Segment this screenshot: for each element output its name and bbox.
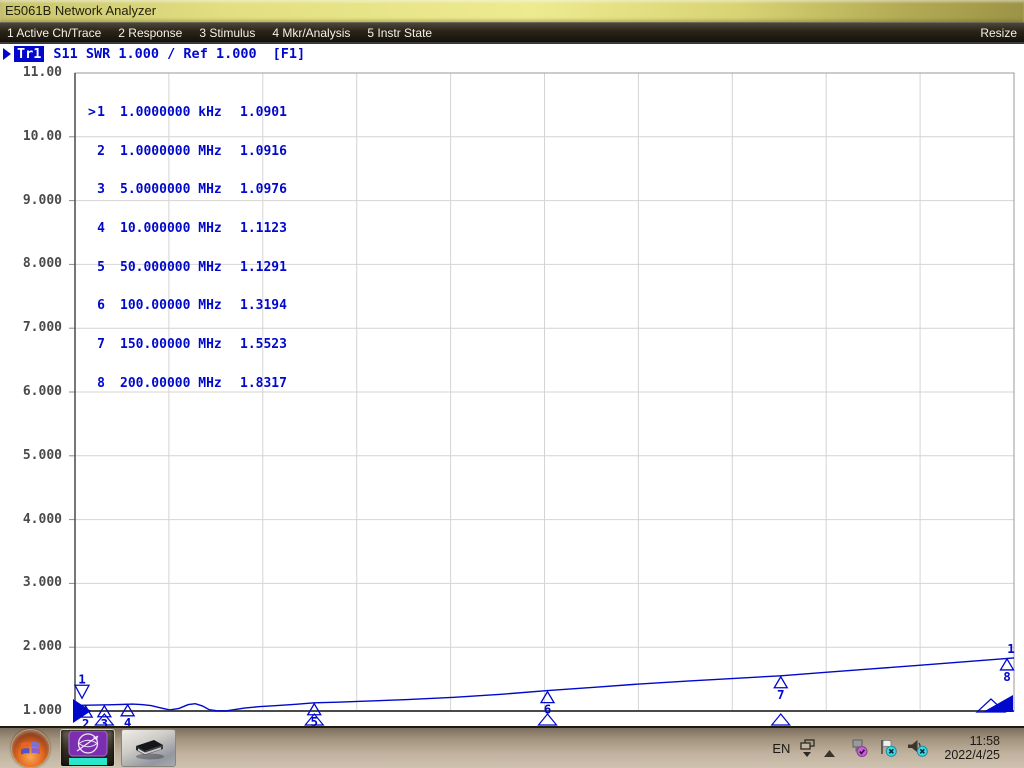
menu-response[interactable]: 2 Response — [118, 26, 182, 40]
marker-row: 7150.00000 MHz1.5523 — [88, 339, 287, 352]
y-axis-tick-label: 8.000 — [0, 256, 62, 272]
trace-badge[interactable]: Tr1 — [14, 46, 44, 62]
action-center-icon[interactable] — [878, 739, 897, 757]
y-axis-tick-label: 6.000 — [0, 384, 62, 400]
taskbar-app-device[interactable] — [121, 729, 176, 767]
chevron-down-icon — [803, 752, 811, 757]
menu-resize[interactable]: Resize — [980, 26, 1017, 40]
marker-row: >11.0000000 kHz1.0901 — [88, 107, 287, 120]
hard-drive-icon — [130, 735, 168, 761]
marker-row: 550.000000 MHz1.1291 — [88, 262, 287, 275]
taskbar-app-network-analyzer[interactable] — [60, 729, 115, 767]
active-trace-arrow-icon — [3, 48, 11, 60]
tray-clock[interactable]: 11:58 2022/4/25 — [944, 734, 1000, 762]
window-titlebar[interactable]: E5061B Network Analyzer — [0, 0, 1024, 22]
marker-row: 8200.00000 MHz1.8317 — [88, 378, 287, 391]
language-bar-button[interactable] — [799, 739, 815, 757]
y-axis-tick-label: 1.000 — [0, 703, 62, 719]
y-axis-tick-label: 2.000 — [0, 639, 62, 655]
windows-logo-icon — [20, 739, 41, 758]
system-tray: EN — [772, 734, 1024, 762]
menu-active-ch-trace[interactable]: 1 Active Ch/Trace — [7, 26, 101, 40]
y-axis-tick-label: 9.000 — [0, 193, 62, 209]
menu-instr-state[interactable]: 5 Instr State — [367, 26, 432, 40]
window-title: E5061B Network Analyzer — [5, 3, 156, 18]
y-axis-tick-label: 4.000 — [0, 512, 62, 528]
marker-readout-table: >11.0000000 kHz1.0901 21.0000000 MHz1.09… — [88, 81, 287, 404]
start-button[interactable] — [11, 729, 50, 768]
y-axis-tick-label: 3.000 — [0, 575, 62, 591]
safely-remove-hardware-icon[interactable] — [849, 739, 868, 757]
show-hidden-icons-button[interactable] — [824, 750, 835, 757]
y-axis-tick-label: 5.000 — [0, 448, 62, 464]
y-axis-tick-label: 10.00 — [0, 129, 62, 145]
taskbar: EN — [0, 726, 1024, 768]
menu-stimulus[interactable]: 3 Stimulus — [199, 26, 255, 40]
marker-row: 6100.00000 MHz1.3194 — [88, 300, 287, 313]
tray-time: 11:58 — [944, 734, 1000, 748]
marker-row: 21.0000000 MHz1.0916 — [88, 146, 287, 159]
trace-status-bar: Tr1 S11 SWR 1.000 / Ref 1.000 [F1] — [3, 46, 305, 62]
softkey-label: [F1] — [273, 46, 306, 62]
tray-date: 2022/4/25 — [944, 748, 1000, 762]
y-axis-tick-label: 11.00 — [0, 65, 62, 81]
volume-muted-icon[interactable] — [907, 739, 928, 757]
menu-mkr-analysis[interactable]: 4 Mkr/Analysis — [272, 26, 350, 40]
language-indicator[interactable]: EN — [772, 741, 790, 756]
y-axis-tick-label: 7.000 — [0, 320, 62, 336]
marker-row: 35.0000000 MHz1.0976 — [88, 184, 287, 197]
smith-chart-icon — [68, 731, 108, 765]
trace-measurement-label: S11 SWR 1.000 / Ref 1.000 — [53, 46, 256, 62]
menu-bar: 1 Active Ch/Trace 2 Response 3 Stimulus … — [0, 22, 1024, 42]
language-bar-icon — [799, 739, 815, 750]
marker-row: 410.000000 MHz1.1123 — [88, 223, 287, 236]
